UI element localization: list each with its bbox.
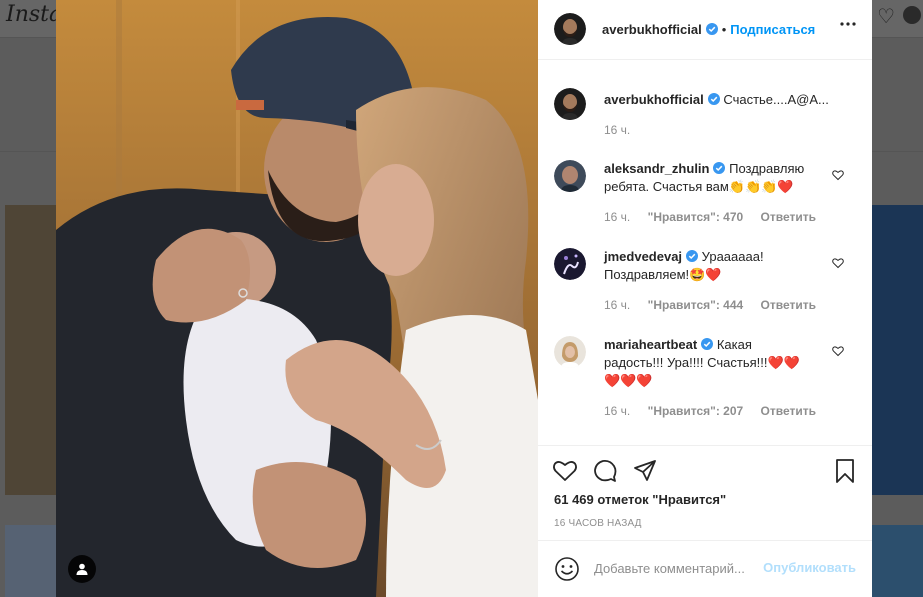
verified-badge-icon	[705, 23, 718, 35]
post-header: averbukhofficial • Подписаться	[538, 0, 872, 60]
comment-text: Какая	[716, 337, 752, 352]
heart-icon: ♡	[877, 6, 895, 28]
commenter-avatar-image	[554, 248, 586, 280]
add-comment-bar: Опубликовать	[538, 540, 872, 597]
comment-bubble-icon[interactable]	[592, 458, 618, 484]
comment-time[interactable]: 16 ч.	[604, 298, 630, 312]
comment-input[interactable]	[594, 558, 774, 578]
reply-button[interactable]: Ответить	[761, 404, 816, 418]
comment-text: ❤️❤️❤️	[604, 373, 653, 388]
caption-time[interactable]: 16 ч.	[604, 123, 630, 137]
verified-badge-icon	[701, 338, 714, 350]
comment-item: jmedvedevaj Ураааааа! Поздравляем!🤩❤️ 16…	[538, 248, 872, 318]
grid-tile	[5, 525, 56, 597]
reply-button[interactable]: Ответить	[761, 210, 816, 224]
comment-item: aleksandr_zhulin Поздравляю ребята. Счас…	[538, 160, 872, 230]
comment-text: Поздравляю	[729, 161, 805, 176]
comment-body: aleksandr_zhulin Поздравляю ребята. Счас…	[604, 160, 824, 196]
post-time[interactable]: 16 ЧАСОВ НАЗАД	[554, 518, 642, 529]
post-actions: 61 469 отметок "Нравится" 16 ЧАСОВ НАЗАД	[538, 445, 872, 540]
post-side-panel: averbukhofficial • Подписаться averbukhoff…	[538, 0, 872, 597]
comment-time[interactable]: 16 ч.	[604, 210, 630, 224]
commenter-username[interactable]: aleksandr_zhulin	[604, 161, 709, 176]
verified-badge-icon	[686, 250, 699, 262]
caption-author-avatar-image	[554, 88, 586, 120]
grid-tile	[872, 525, 923, 597]
commenter-avatar[interactable]	[554, 336, 586, 368]
instagram-logo: Insta	[6, 2, 63, 27]
tagged-user-button[interactable]	[68, 555, 96, 583]
bookmark-save-icon[interactable]	[832, 458, 858, 484]
author-avatar[interactable]	[554, 13, 586, 45]
comment-likes[interactable]: "Нравится": 444	[648, 298, 744, 312]
comment-meta: 16 ч. "Нравится": 444 Ответить	[604, 298, 830, 312]
like-comment-heart-icon[interactable]	[832, 169, 844, 181]
more-options-icon[interactable]	[840, 22, 856, 26]
like-heart-icon[interactable]	[552, 458, 578, 484]
caption-author-avatar[interactable]	[554, 88, 586, 120]
comment-body: jmedvedevaj Ураааааа! Поздравляем!🤩❤️	[604, 248, 824, 284]
grid-tile	[5, 205, 56, 495]
caption-text: Счастье....А@А...	[723, 92, 829, 107]
author-row: averbukhofficial • Подписаться	[602, 21, 815, 39]
profile-avatar	[903, 6, 921, 24]
comment-likes[interactable]: "Нравится": 470	[648, 210, 744, 224]
post-photo	[56, 0, 538, 597]
user-icon	[76, 563, 88, 575]
comment-text: ребята. Счастья вам👏👏👏❤️	[604, 179, 794, 194]
verified-badge-icon	[713, 162, 726, 174]
separator-dot: •	[721, 22, 727, 37]
publish-button[interactable]: Опубликовать	[763, 560, 856, 575]
emoji-smiley-icon[interactable]	[554, 556, 580, 582]
comment-meta: 16 ч. "Нравится": 207 Ответить	[604, 404, 830, 418]
comment-text: Ураааааа!	[701, 249, 764, 264]
comment-item: mariaheartbeat Какая радость!!! Ура!!!! …	[538, 336, 872, 426]
reply-button[interactable]: Ответить	[761, 298, 816, 312]
comment-likes[interactable]: "Нравится": 207	[648, 404, 744, 418]
commenter-username[interactable]: mariaheartbeat	[604, 337, 697, 352]
comments-list: averbukhofficial Счастье....А@А... 16 ч.…	[538, 60, 872, 445]
caption-username[interactable]: averbukhofficial	[604, 92, 704, 107]
likes-count[interactable]: 61 469 отметок "Нравится"	[554, 492, 726, 507]
verified-badge-icon	[707, 93, 720, 105]
commenter-avatar-image	[554, 336, 586, 368]
author-avatar-image	[554, 13, 586, 45]
commenter-avatar[interactable]	[554, 160, 586, 192]
comment-text: Поздравляем!🤩❤️	[604, 267, 722, 282]
comment-body: mariaheartbeat Какая радость!!! Ура!!!! …	[604, 336, 824, 390]
comment-meta: 16 ч. "Нравится": 470 Ответить	[604, 210, 830, 224]
caption-text-row: averbukhofficial Счастье....А@А...	[604, 91, 854, 109]
photo-illustration	[56, 0, 538, 597]
commenter-avatar-image	[554, 160, 586, 192]
commenter-avatar[interactable]	[554, 248, 586, 280]
comment-time[interactable]: 16 ч.	[604, 404, 630, 418]
like-comment-heart-icon[interactable]	[832, 257, 844, 269]
like-comment-heart-icon[interactable]	[832, 345, 844, 357]
caption: averbukhofficial Счастье....А@А... 16 ч.	[538, 88, 872, 148]
share-send-icon[interactable]	[632, 458, 658, 484]
caption-meta: 16 ч.	[604, 123, 644, 137]
author-username[interactable]: averbukhofficial	[602, 22, 702, 37]
commenter-username[interactable]: jmedvedevaj	[604, 249, 682, 264]
follow-button[interactable]: Подписаться	[730, 22, 815, 37]
comment-text: радость!!! Ура!!!! Счастья!!!❤️❤️	[604, 355, 800, 370]
grid-tile	[872, 205, 923, 495]
